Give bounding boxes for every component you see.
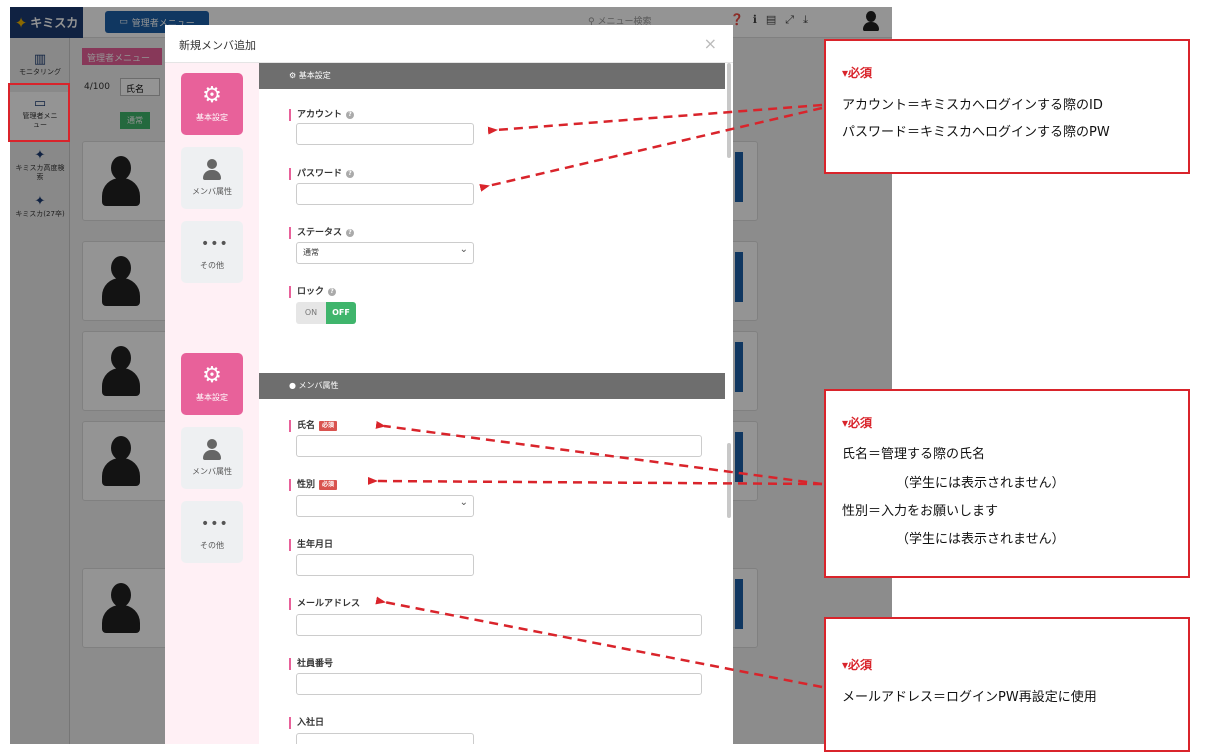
- arrow-to-name: [375, 420, 823, 486]
- arrow-to-password: [479, 106, 823, 192]
- arrow-to-account: [487, 103, 823, 135]
- arrow-to-email: [375, 596, 823, 689]
- annotation-arrows: [367, 103, 823, 689]
- arrow-to-gender: [367, 476, 823, 486]
